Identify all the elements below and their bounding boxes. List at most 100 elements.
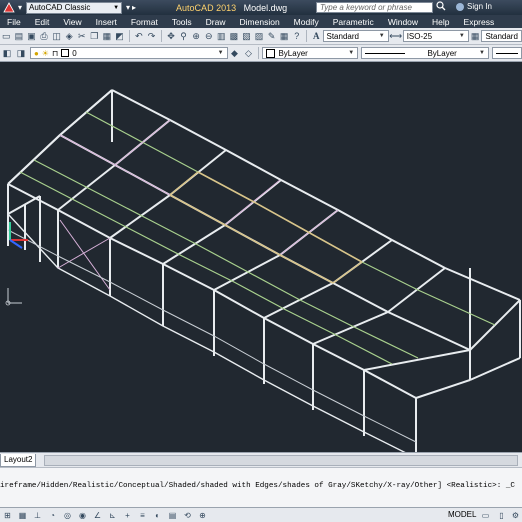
sign-in-label: Sign In: [467, 2, 492, 11]
cut-icon[interactable]: ✂: [76, 30, 87, 42]
toolbar-separator: [128, 30, 130, 42]
menu-window[interactable]: Window: [381, 17, 425, 27]
markup-icon[interactable]: ✎: [266, 30, 277, 42]
layer-name: 0: [72, 48, 77, 58]
quick-access-icon[interactable]: ▾: [18, 2, 22, 14]
layer-previous-icon[interactable]: ◇: [242, 47, 254, 59]
drawing-viewport[interactable]: [0, 62, 522, 452]
qat-extra-icon[interactable]: ▸: [132, 2, 136, 14]
osnap-icon[interactable]: ◎: [62, 510, 73, 520]
menu-dimension[interactable]: Dimension: [233, 17, 287, 27]
menu-express[interactable]: Express: [457, 17, 502, 27]
layer-state-icon[interactable]: ◨: [15, 47, 27, 59]
sheet-set-icon[interactable]: ▨: [254, 30, 265, 42]
dim-style-icon[interactable]: ⟷: [389, 30, 402, 42]
chevron-down-icon: ▼: [458, 33, 465, 39]
preview-icon[interactable]: ◫: [51, 30, 62, 42]
sign-in-button[interactable]: Sign In: [456, 2, 492, 11]
model-space-toggle[interactable]: MODEL: [448, 510, 476, 519]
menu-help[interactable]: Help: [425, 17, 456, 27]
3d-osnap-icon[interactable]: ◉: [77, 510, 88, 520]
match-properties-icon[interactable]: ◩: [114, 30, 125, 42]
color-select[interactable]: ByLayer ▼: [262, 47, 359, 59]
toolbar-separator: [160, 30, 162, 42]
lineweight-preview-icon: [495, 52, 518, 54]
menu-parametric[interactable]: Parametric: [326, 17, 381, 27]
table-style-icon[interactable]: ▦: [470, 30, 481, 42]
title-bar: ▾ AutoCAD Classic ▼ ▾ ▸ AutoCAD 2013 Mod…: [0, 0, 522, 15]
ducs-icon[interactable]: ⊾: [107, 510, 118, 520]
layer-properties-icon[interactable]: ◧: [1, 47, 13, 59]
grid-icon[interactable]: ▦: [17, 510, 28, 520]
plot-icon[interactable]: ⎙: [39, 30, 50, 42]
tab-layout2[interactable]: Layout2: [0, 453, 37, 467]
text-style-select[interactable]: Standard ▼: [322, 30, 389, 42]
sign-in-icon: [456, 2, 464, 11]
command-line-area[interactable]: ireframe/Hidden/Realistic/Conceptual/Sha…: [0, 467, 522, 507]
app-name: AutoCAD 2013: [176, 2, 237, 13]
properties-icon[interactable]: ▥: [216, 30, 227, 42]
search-input[interactable]: Type a keyword or phrase: [316, 2, 433, 13]
menu-insert[interactable]: Insert: [89, 17, 124, 27]
layout-view-icon[interactable]: ▭: [480, 510, 491, 520]
make-current-icon[interactable]: ◆: [229, 47, 241, 59]
dim-style-value: ISO-25: [406, 31, 433, 41]
linetype-select[interactable]: ByLayer ▼: [361, 47, 489, 59]
polar-icon[interactable]: ◔: [47, 510, 58, 520]
menu-draw[interactable]: Draw: [199, 17, 233, 27]
paste-icon[interactable]: ▦: [102, 30, 113, 42]
tool-palettes-icon[interactable]: ▧: [241, 30, 252, 42]
chevron-down-icon: ▼: [348, 50, 355, 56]
selection-cycling-icon[interactable]: ⟲: [182, 510, 193, 520]
layer-select-content: ● ☀ ⊓ 0: [34, 49, 77, 58]
snap-icon[interactable]: ⊞: [2, 510, 13, 520]
zoom-previous-icon[interactable]: ⊖: [203, 30, 214, 42]
text-style-icon[interactable]: A: [311, 30, 322, 42]
ortho-icon[interactable]: ⊥: [32, 510, 43, 520]
help-icon[interactable]: ?: [291, 30, 302, 42]
lineweight-select[interactable]: [491, 47, 522, 59]
redo-icon[interactable]: ↷: [146, 30, 157, 42]
workspace-selector-value: AutoCAD Classic: [29, 3, 91, 12]
menu-format[interactable]: Format: [124, 17, 165, 27]
search-icon[interactable]: [436, 1, 446, 13]
dyn-icon[interactable]: +: [122, 510, 133, 520]
design-center-icon[interactable]: ▩: [229, 30, 240, 42]
otrack-icon[interactable]: ∠: [92, 510, 103, 520]
copy-icon[interactable]: ❐: [89, 30, 100, 42]
menu-edit[interactable]: Edit: [28, 17, 57, 27]
quick-properties-icon[interactable]: ▤: [167, 510, 178, 520]
horizontal-scrollbar[interactable]: [44, 454, 518, 466]
toolbar-separator: [258, 47, 260, 59]
chevron-down-icon: ▼: [378, 33, 385, 39]
tab-layout2-label: Layout2: [4, 455, 33, 464]
undo-icon[interactable]: ↶: [134, 30, 145, 42]
zoom-window-icon[interactable]: ⊕: [191, 30, 202, 42]
workspace-switch-icon[interactable]: ⚙: [510, 510, 521, 520]
menu-view[interactable]: View: [56, 17, 88, 27]
new-icon[interactable]: ▭: [1, 30, 12, 42]
table-style-select[interactable]: Standard: [481, 30, 522, 42]
app-menu-icon[interactable]: [2, 1, 16, 14]
ucs-icon: [5, 288, 22, 306]
transparency-icon[interactable]: ◐: [152, 510, 163, 520]
menu-modify[interactable]: Modify: [287, 17, 326, 27]
lineweight-icon[interactable]: ≡: [137, 510, 148, 520]
dim-style-select[interactable]: ISO-25 ▼: [402, 30, 469, 42]
quickview-icon[interactable]: ▯: [496, 510, 507, 520]
color-swatch-icon: [61, 49, 70, 57]
text-style-value: Standard: [326, 31, 359, 41]
qat-dropdown-icon[interactable]: ▾: [126, 2, 130, 14]
pan-icon[interactable]: ✥: [166, 30, 177, 42]
layer-select[interactable]: ● ☀ ⊓ 0 ▼: [29, 47, 228, 59]
save-icon[interactable]: ▣: [26, 30, 37, 42]
annotation-monitor-icon[interactable]: ⊕: [197, 510, 208, 520]
workspace-selector[interactable]: AutoCAD Classic ▼: [26, 1, 123, 14]
linetype-preview-icon: [365, 52, 406, 54]
menu-tools[interactable]: Tools: [165, 17, 199, 27]
publish-icon[interactable]: ◈: [64, 30, 75, 42]
zoom-realtime-icon[interactable]: ⚲: [178, 30, 189, 42]
open-icon[interactable]: ▤: [14, 30, 25, 42]
quickcalc-icon[interactable]: ▦: [279, 30, 290, 42]
menu-file[interactable]: File: [0, 17, 28, 27]
